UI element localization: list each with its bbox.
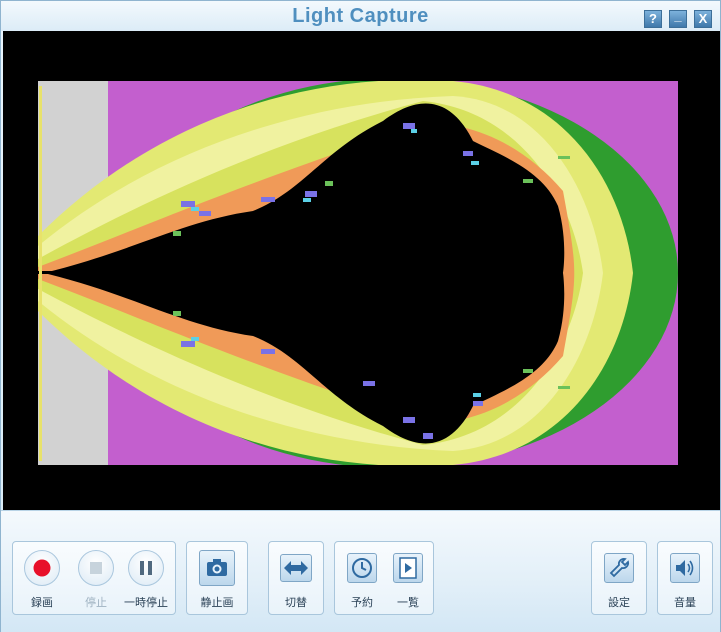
close-button[interactable]: X [694, 10, 712, 28]
video-preview [3, 31, 720, 510]
record-label: 録画 [31, 596, 53, 609]
minimize-button[interactable]: _ [669, 9, 687, 28]
snapshot-label: 静止画 [200, 596, 234, 609]
pause-icon [128, 550, 164, 586]
snapshot-controls: 静止画 [186, 541, 248, 615]
settings-button[interactable]: 設定 [594, 542, 644, 614]
volume-label: 音量 [674, 596, 696, 609]
pause-label: 一時停止 [124, 596, 168, 609]
camera-icon [199, 550, 235, 586]
window-title: Light Capture [292, 5, 429, 27]
list-button[interactable]: 一覧 [383, 542, 433, 614]
volume-controls: 音量 [657, 541, 713, 615]
switch-arrows-icon [280, 554, 312, 582]
switch-button[interactable]: 切替 [271, 542, 321, 614]
volume-button[interactable]: 音量 [660, 542, 710, 614]
title-bar[interactable]: Light Capture ? _ X [1, 1, 720, 31]
record-button[interactable]: 録画 [17, 542, 67, 614]
clock-icon [347, 553, 377, 583]
switch-label: 切替 [285, 596, 307, 609]
help-button[interactable]: ? [644, 10, 662, 28]
wrench-icon [604, 553, 634, 583]
control-bar: 録画 停止 一時停止 静止画 切替 予約 一覧 設定 音量 [1, 510, 720, 632]
recording-controls: 録画 停止 一時停止 [12, 541, 176, 615]
settings-controls: 設定 [591, 541, 647, 615]
stop-button[interactable]: 停止 [71, 542, 121, 614]
play-document-icon [393, 553, 423, 583]
record-icon [24, 550, 60, 586]
settings-label: 設定 [608, 596, 630, 609]
switch-controls: 切替 [268, 541, 324, 615]
schedule-controls: 予約 一覧 [334, 541, 434, 615]
pause-button[interactable]: 一時停止 [121, 542, 171, 614]
mandelbrot-preview-image [3, 31, 720, 510]
stop-icon [78, 550, 114, 586]
speaker-icon [670, 553, 700, 583]
list-label: 一覧 [397, 596, 419, 609]
snapshot-button[interactable]: 静止画 [192, 542, 242, 614]
app-window: Light Capture ? _ X 録画 停止 一時停止 静止画 切替 予約… [0, 0, 721, 632]
